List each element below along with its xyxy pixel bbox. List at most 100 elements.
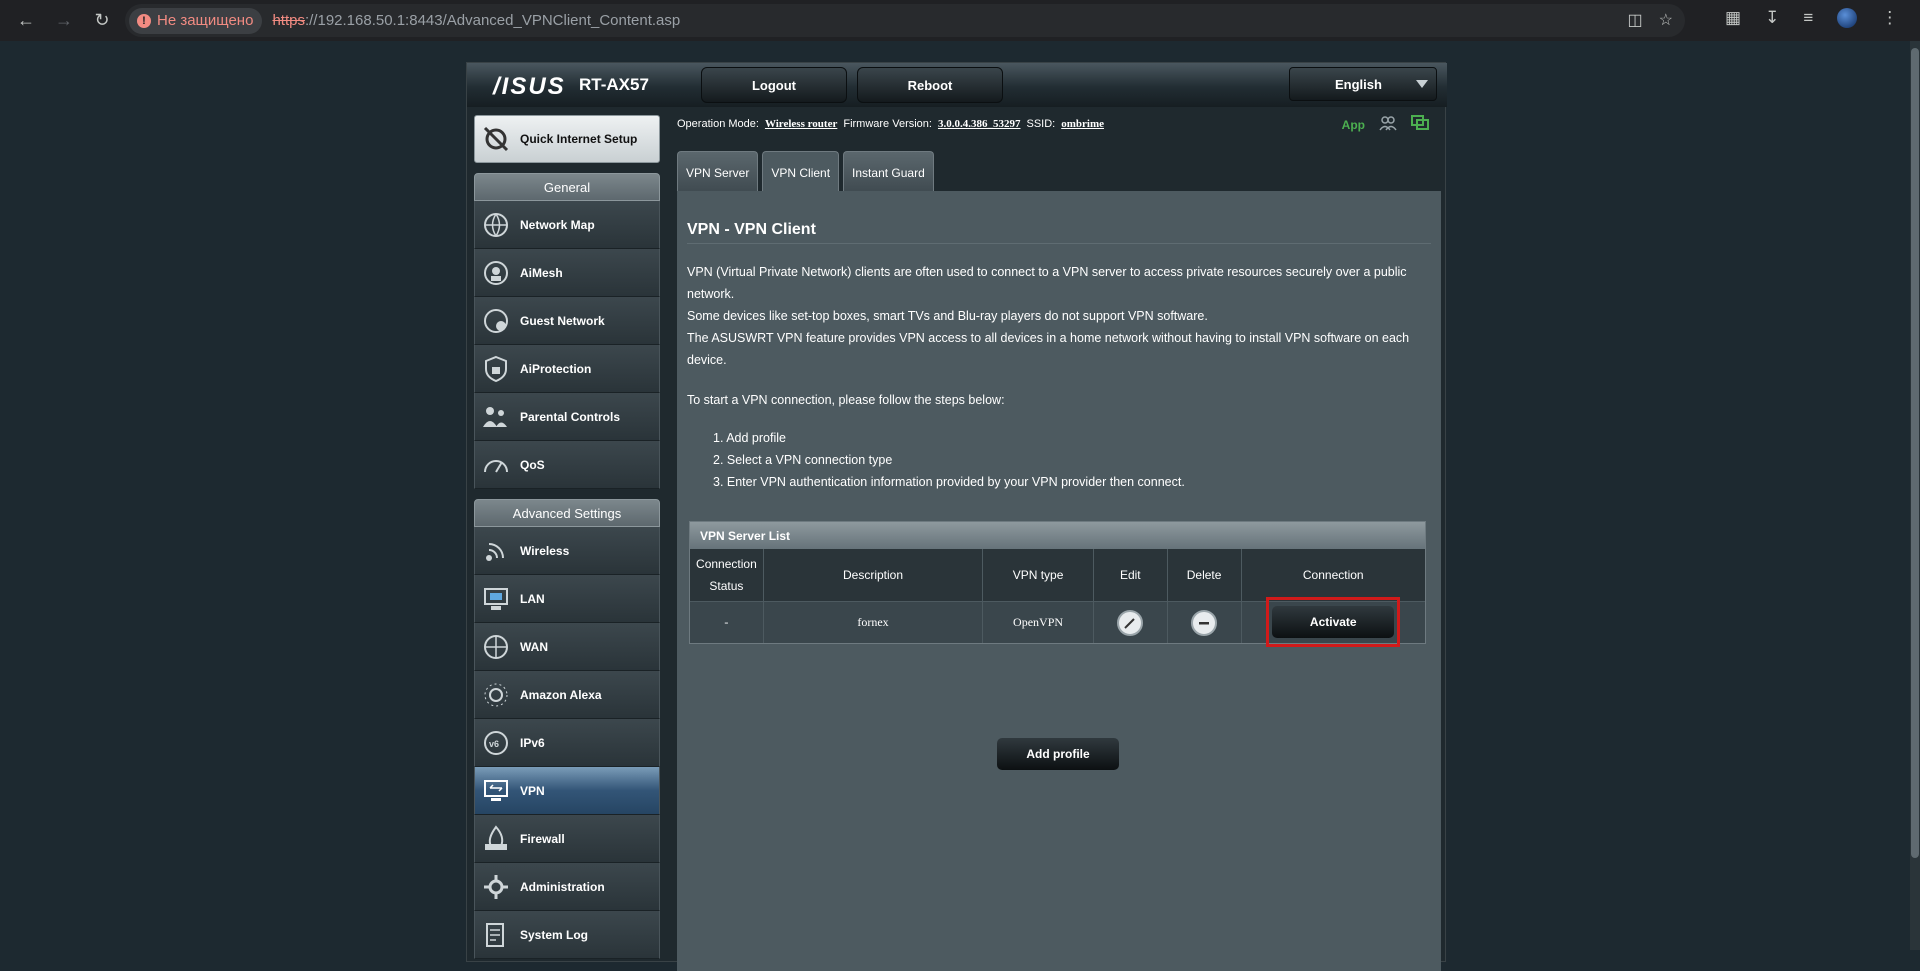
tab-vpn-client[interactable]: VPN Client bbox=[762, 151, 840, 193]
asus-logo[interactable]: /ISUS bbox=[493, 73, 566, 101]
sidebar-item-aiprotection[interactable]: AiProtection bbox=[474, 345, 660, 393]
profile-avatar[interactable] bbox=[1837, 8, 1858, 28]
router-header: /ISUS RT-AX57 Logout Reboot English bbox=[467, 63, 1447, 107]
sidebar-item-label: Parental Controls bbox=[520, 409, 621, 424]
bookmark-star-icon[interactable]: ☆ bbox=[1659, 10, 1673, 30]
guest-network-icon bbox=[479, 304, 513, 338]
sidebar-item-amazon-alexa[interactable]: Amazon Alexa bbox=[474, 671, 660, 719]
svg-text:v6: v6 bbox=[489, 739, 499, 749]
sidebar-item-network-map[interactable]: Network Map bbox=[474, 201, 660, 249]
sidebar-item-qos[interactable]: QoS bbox=[474, 441, 660, 489]
sidebar-item-wireless[interactable]: Wireless bbox=[474, 527, 660, 575]
table-row: - fornex OpenVPN Activate bbox=[690, 596, 1425, 647]
logout-button[interactable]: Logout bbox=[701, 67, 847, 103]
tab-instant-guard[interactable]: Instant Guard bbox=[843, 151, 934, 193]
security-chip[interactable]: ! Не защищено bbox=[129, 7, 263, 34]
quick-setup-icon bbox=[479, 122, 513, 156]
sidebar-item-label: WAN bbox=[520, 639, 548, 654]
wan-icon bbox=[479, 630, 513, 664]
steps-list: 1. Add profile 2. Select a VPN connectio… bbox=[713, 427, 1185, 493]
sidebar-item-parental-controls[interactable]: Parental Controls bbox=[474, 393, 660, 441]
description-line: The ASUSWRT VPN feature provides VPN acc… bbox=[687, 331, 1410, 367]
table-title: VPN Server List bbox=[690, 522, 1425, 549]
sidebar-item-label: Guest Network bbox=[520, 313, 605, 328]
connection-cell: Activate bbox=[1241, 596, 1425, 647]
system-log-icon bbox=[479, 918, 513, 952]
language-value: English bbox=[1335, 76, 1382, 92]
reload-icon[interactable]: ↻ bbox=[90, 9, 114, 33]
language-select[interactable]: English bbox=[1289, 67, 1437, 101]
edit-pencil-icon[interactable] bbox=[1117, 609, 1144, 636]
ssid-link[interactable]: ombrime bbox=[1061, 118, 1104, 130]
url-text[interactable]: https://192.168.50.1:8443/Advanced_VPNCl… bbox=[272, 12, 680, 29]
aimesh-icon bbox=[479, 256, 513, 290]
address-bar[interactable]: ! Не защищено https://192.168.50.1:8443/… bbox=[125, 4, 1685, 37]
clients-icon[interactable] bbox=[1379, 115, 1397, 134]
translate-icon[interactable]: ◫ bbox=[1628, 10, 1643, 30]
scrollbar-thumb[interactable] bbox=[1911, 48, 1919, 858]
column-header: Description bbox=[763, 549, 984, 601]
model-name: RT-AX57 bbox=[579, 75, 649, 94]
add-profile-button[interactable]: Add profile bbox=[997, 738, 1119, 770]
insecure-label: Не защищено bbox=[157, 12, 254, 29]
sidebar-item-aimesh[interactable]: AiMesh bbox=[474, 249, 660, 297]
sidebar-item-label: System Log bbox=[520, 927, 589, 942]
sidebar-item-administration[interactable]: Administration bbox=[474, 863, 660, 911]
ssid-label: SSID: bbox=[1026, 118, 1056, 130]
vpn-server-list-table: VPN Server List Connection Status Descri… bbox=[689, 521, 1426, 647]
reading-list-icon[interactable]: ≡ bbox=[1803, 8, 1813, 28]
sidebar-item-label: VPN bbox=[520, 783, 545, 798]
column-header: VPN type bbox=[983, 549, 1094, 601]
sidebar-item-firewall[interactable]: Firewall bbox=[474, 815, 660, 863]
sidebar-item-label: IPv6 bbox=[520, 735, 545, 750]
vpn-type-cell: OpenVPN bbox=[983, 601, 1094, 643]
column-header: Connection Status bbox=[690, 549, 764, 601]
advanced-section-title: Advanced Settings bbox=[474, 499, 660, 527]
sidebar-item-ipv6[interactable]: v6 IPv6 bbox=[474, 719, 660, 767]
sidebar-item-guest-network[interactable]: Guest Network bbox=[474, 297, 660, 345]
sidebar-item-label: QoS bbox=[520, 457, 545, 472]
sidebar-item-lan[interactable]: LAN bbox=[474, 575, 660, 623]
back-icon[interactable]: ← bbox=[14, 9, 38, 33]
edit-cell bbox=[1093, 601, 1168, 643]
highlight-box: Activate bbox=[1266, 596, 1401, 647]
sidebar-item-label: Quick Internet Setup bbox=[520, 132, 638, 146]
page-title: VPN - VPN Client bbox=[687, 221, 816, 238]
menu-kebab-icon[interactable]: ⋮ bbox=[1881, 8, 1898, 28]
ipv6-icon: v6 bbox=[479, 726, 513, 760]
firmware-label: Firmware Version: bbox=[843, 118, 932, 130]
tab-vpn-server[interactable]: VPN Server bbox=[677, 151, 759, 193]
aiprotection-icon bbox=[479, 352, 513, 386]
wireless-icon bbox=[479, 534, 513, 568]
delete-cell bbox=[1167, 601, 1242, 643]
vpn-icon bbox=[479, 774, 513, 808]
firmware-link[interactable]: 3.0.0.4.386_53297 bbox=[938, 118, 1021, 130]
sidebar-item-wan[interactable]: WAN bbox=[474, 623, 660, 671]
table-header-row: Connection Status Description VPN type E… bbox=[690, 549, 1425, 601]
steps-intro: To start a VPN connection, please follow… bbox=[687, 393, 1005, 407]
sidebar-item-label: Network Map bbox=[520, 217, 595, 232]
extensions-icon[interactable]: ▦ bbox=[1725, 8, 1741, 28]
op-mode-link[interactable]: Wireless router bbox=[765, 118, 837, 130]
download-icon[interactable]: ↧ bbox=[1765, 8, 1779, 28]
alexa-icon bbox=[479, 678, 513, 712]
sidebar-item-quick-internet-setup[interactable]: Quick Internet Setup bbox=[474, 115, 660, 163]
delete-minus-icon[interactable] bbox=[1191, 609, 1218, 636]
insecure-warning-icon: ! bbox=[137, 13, 151, 28]
usb-device-icon[interactable] bbox=[1411, 115, 1429, 134]
activate-button[interactable]: Activate bbox=[1272, 605, 1395, 638]
title-divider bbox=[687, 243, 1431, 244]
app-link[interactable]: App bbox=[1342, 118, 1365, 132]
firewall-icon bbox=[479, 822, 513, 856]
reboot-button[interactable]: Reboot bbox=[857, 67, 1003, 103]
sidebar-item-system-log[interactable]: System Log bbox=[474, 911, 660, 959]
sidebar-item-vpn[interactable]: VPN bbox=[474, 767, 660, 815]
forward-icon[interactable]: → bbox=[52, 9, 76, 33]
chevron-down-icon bbox=[1416, 80, 1428, 88]
parental-controls-icon bbox=[479, 400, 513, 434]
step-item: 1. Add profile bbox=[713, 431, 786, 445]
sidebar-item-label: AiMesh bbox=[520, 265, 563, 280]
content-panel: VPN - VPN Client VPN (Virtual Private Ne… bbox=[677, 191, 1441, 971]
description-line: Some devices like set-top boxes, smart T… bbox=[687, 309, 1208, 323]
sidebar: Quick Internet Setup General Network Map… bbox=[474, 115, 660, 959]
